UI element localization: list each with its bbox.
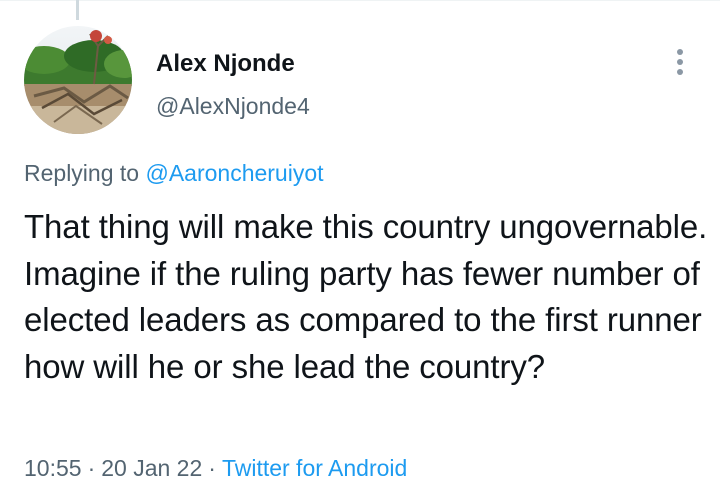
thread-connector-line bbox=[76, 0, 79, 20]
replying-to-mention-link[interactable]: @Aaroncheruiyot bbox=[145, 160, 323, 186]
meta-separator: · bbox=[87, 455, 96, 481]
replying-to-line: Replying to @Aaroncheruiyot bbox=[24, 157, 324, 189]
author-handle[interactable]: @AlexNjonde4 bbox=[156, 90, 310, 122]
meta-separator: · bbox=[208, 455, 216, 481]
tweet-text: That thing will make this country ungove… bbox=[24, 208, 708, 385]
more-options-button[interactable] bbox=[664, 44, 696, 80]
more-vertical-icon bbox=[677, 49, 683, 75]
tweet-meta: 10:55 · 20 Jan 22 · Twitter for Android bbox=[24, 452, 407, 484]
top-divider bbox=[0, 0, 720, 1]
tweet-date[interactable]: 20 Jan 22 bbox=[101, 455, 202, 481]
replying-to-label: Replying to bbox=[24, 160, 140, 186]
author-block[interactable]: Alex Njonde @AlexNjonde4 bbox=[156, 48, 310, 122]
avatar[interactable] bbox=[24, 26, 132, 134]
tweet-time[interactable]: 10:55 bbox=[24, 455, 82, 481]
author-display-name[interactable]: Alex Njonde bbox=[156, 48, 310, 80]
tweet-source-link[interactable]: Twitter for Android bbox=[222, 455, 407, 481]
